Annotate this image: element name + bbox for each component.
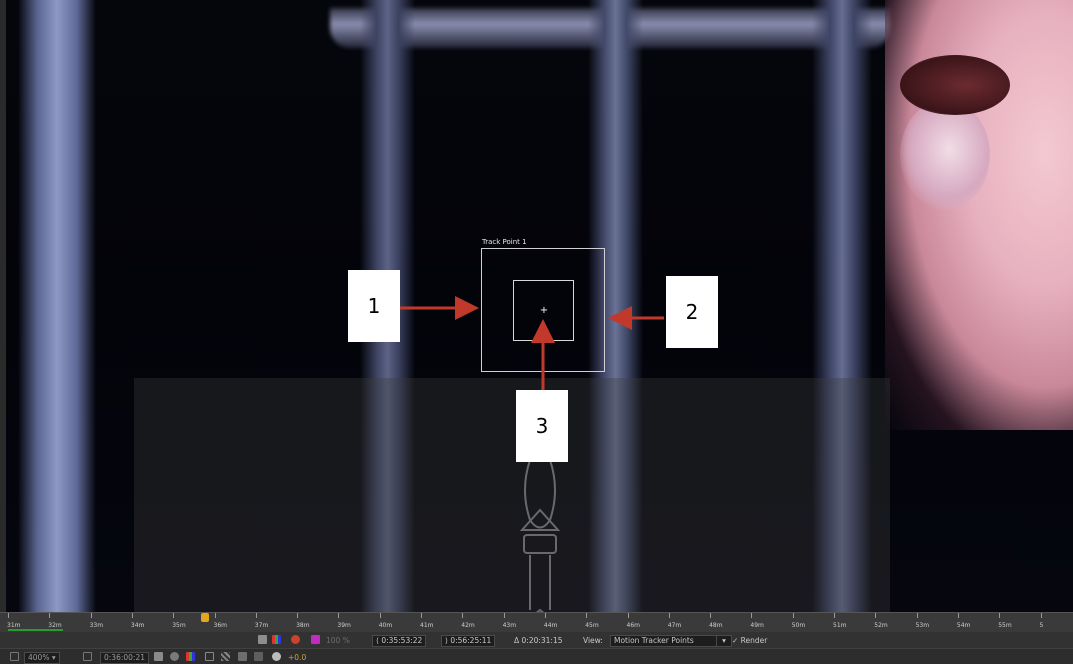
viewer-footer-bar: 400% ▾ 0:36:00:21 +0.0: [0, 648, 1073, 664]
ruler-tick-label: 36m: [213, 622, 227, 629]
ruler-tick-line: [1040, 613, 1042, 618]
ruler-tick-line: [544, 613, 546, 618]
ruler-tick-label: 53m: [915, 622, 930, 629]
ruler-tick-label: 41m: [420, 622, 434, 629]
callout-label-2: 2: [666, 276, 718, 348]
fast-preview-icon[interactable]: [238, 652, 247, 661]
callout-arrows: [400, 296, 664, 390]
ruler-tick-label: 34m: [130, 622, 145, 629]
ruler-tick-label: 47m: [667, 622, 682, 629]
safe-zones-icon[interactable]: [83, 652, 92, 661]
ruler-tick-line: [255, 613, 257, 618]
ruler-tick-label: 5: [1039, 622, 1044, 629]
view-select-value: Motion Tracker Points: [614, 636, 694, 645]
ruler-tick-label: 35m: [172, 622, 186, 629]
tracker-window: Track Point 1 + 1 2 3 31m 32m 33m 34m 35m 36m…: [0, 0, 1073, 664]
ruler-tick-label: 38m: [296, 622, 310, 629]
ruler-tick-label: 31m: [7, 622, 21, 629]
render-label: Render: [740, 636, 768, 645]
ruler-tick-label: 40m: [378, 622, 393, 629]
ruler-tick-label: 50m: [791, 622, 806, 629]
ruler-tick-label: 54m: [956, 622, 971, 629]
exposure-color-icon[interactable]: [311, 635, 320, 644]
snapshot-icon[interactable]: [258, 635, 267, 644]
playhead-marker[interactable]: [201, 613, 209, 622]
ruler-tick-line: [379, 613, 381, 618]
ruler-tick-line: [8, 613, 9, 618]
ruler-tick-line: [338, 613, 340, 618]
ruler-tick-label: 51m: [833, 622, 847, 629]
ruler-tick-label: 44m: [543, 622, 558, 629]
ruler-tick-line: [421, 613, 422, 618]
ruler-tick-line: [668, 613, 670, 618]
ruler-tick-line: [957, 613, 959, 618]
end-time-field[interactable]: ⟩ 0:56:25:11: [441, 635, 496, 647]
current-time-value: 0:36:00:21: [104, 653, 145, 662]
view-select[interactable]: Motion Tracker Points: [610, 635, 722, 647]
duration-value: Δ 0:20:31:15: [514, 636, 563, 645]
ruler-tick-label: 32m: [48, 622, 62, 629]
view-dropdown-chevron-icon[interactable]: ▾: [716, 635, 732, 647]
ruler-tick-line: [916, 613, 918, 618]
ruler-tick-line: [710, 613, 712, 618]
ruler-tick-line: [131, 613, 133, 618]
exposure-reset-icon[interactable]: [272, 652, 281, 661]
callout-label-3: 3: [516, 390, 568, 462]
view-label: View:: [583, 636, 603, 645]
ruler-tick-label: 49m: [750, 622, 764, 629]
ruler-tick-line: [999, 613, 1001, 618]
ruler-tick-line: [462, 613, 464, 618]
ruler-tick-line: [297, 613, 299, 618]
start-time-value: 0:35:53:22: [381, 636, 423, 645]
ruler-tick-label: 42m: [461, 622, 475, 629]
flowchart-icon[interactable]: [254, 652, 263, 661]
ruler-tick-label: 52m: [874, 622, 888, 629]
ruler-tick-label: 45m: [585, 622, 599, 629]
ruler-tick-line: [627, 613, 629, 618]
ruler-tick-label: 43m: [502, 622, 517, 629]
end-time-value: 0:56:25:11: [450, 636, 492, 645]
viewer-controls-bar: 100 % ⟨ 0:35:53:22 ⟩ 0:56:25:11 Δ 0:20:3…: [0, 632, 1073, 648]
ruler-tick-label: 39m: [337, 622, 351, 629]
channel-icon[interactable]: [272, 635, 281, 644]
ruler-tick-line: [875, 613, 877, 618]
ruler-tick-line: [834, 613, 835, 618]
zoom-value: 400%: [28, 653, 50, 662]
start-time-field[interactable]: ⟨ 0:35:53:22: [372, 635, 427, 647]
exposure-percent[interactable]: 100 %: [326, 635, 350, 646]
ruler-tick-line: [90, 613, 92, 618]
ruler-tick-label: 33m: [89, 622, 104, 629]
checkmark-icon: ✓: [732, 636, 741, 645]
channel-select-icon[interactable]: [186, 652, 195, 661]
ruler-tick-line: [49, 613, 51, 618]
ruler-tick-line: [503, 613, 505, 618]
ruler-tick-label: 48m: [709, 622, 723, 629]
ruler-tick-line: [173, 613, 175, 618]
transparency-grid-icon[interactable]: [221, 652, 230, 661]
callout-label-1: 1: [348, 270, 400, 342]
time-ruler[interactable]: 31m 32m 33m 34m 35m 36m 37m 38m 39m 40m 41m 42m 43m 4…: [0, 612, 1073, 633]
ruler-tick-label: 55m: [998, 622, 1012, 629]
exposure-value[interactable]: +0.0: [288, 652, 306, 663]
zoom-select[interactable]: 400% ▾: [24, 652, 60, 664]
camera-snapshot-icon[interactable]: [154, 652, 163, 661]
ruler-tick-line: [586, 613, 588, 618]
render-checkbox[interactable]: ✓ Render: [732, 635, 767, 646]
work-area-bar[interactable]: [8, 629, 63, 631]
color-management-icon[interactable]: [291, 635, 300, 644]
region-of-interest-icon[interactable]: [205, 652, 214, 661]
ruler-tick-label: 37m: [254, 622, 269, 629]
always-preview-icon[interactable]: [10, 652, 19, 661]
ruler-tick-label: 46m: [626, 622, 640, 629]
ruler-tick-line: [751, 613, 753, 618]
show-snapshot-icon[interactable]: [170, 652, 179, 661]
ruler-tick-line: [792, 613, 794, 618]
ruler-tick-line: [214, 613, 216, 618]
current-time-field[interactable]: 0:36:00:21: [100, 652, 149, 664]
